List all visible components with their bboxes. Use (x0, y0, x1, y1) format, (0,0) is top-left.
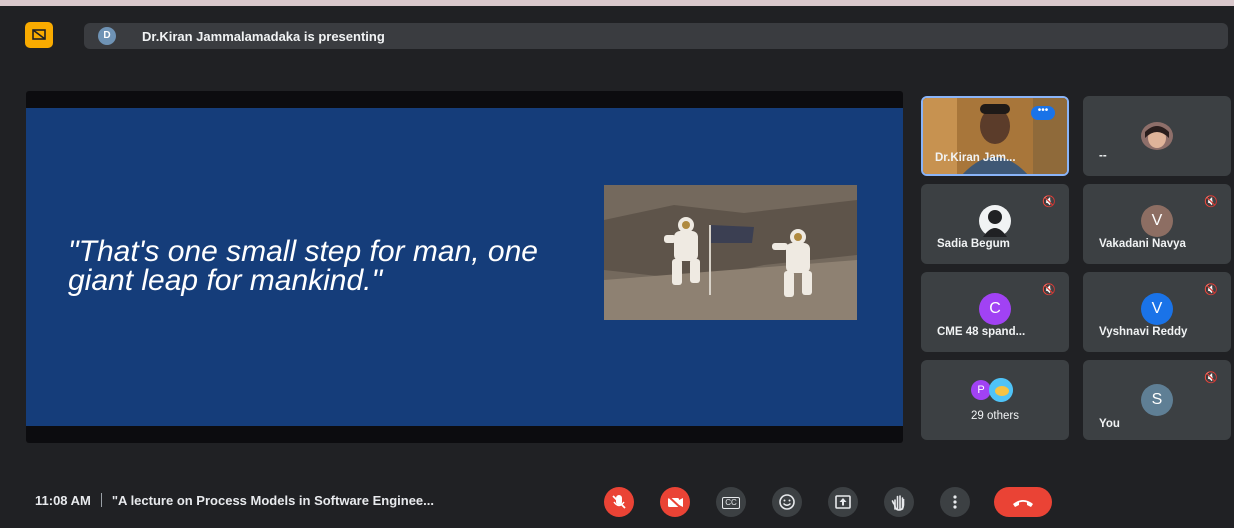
emoji-icon (779, 494, 795, 510)
divider (100, 493, 102, 507)
others-tile[interactable]: P 29 others (921, 360, 1069, 440)
meeting-details: 11:08 AM "A lecture on Process Models in … (35, 493, 434, 508)
microphone-toggle-button[interactable] (604, 487, 634, 517)
presenting-text: Dr.Kiran Jammalamadaka is presenting (142, 29, 385, 44)
slide-quote: "That's one small step for man, one gian… (68, 235, 538, 297)
present-now-button[interactable] (828, 487, 858, 517)
more-vert-icon (953, 495, 957, 509)
moon-landing-photo (604, 185, 857, 320)
photo-thumbnail (989, 378, 1013, 402)
leave-call-button[interactable] (994, 487, 1052, 517)
mic-off-icon: 🔇 (1042, 284, 1056, 296)
participant-tile[interactable]: 🔇 C CME 48 spand... (921, 272, 1069, 352)
shared-screen: "That's one small step for man, one gian… (26, 91, 903, 443)
participant-avatar (979, 205, 1011, 237)
hand-icon (891, 495, 905, 511)
mic-off-icon: 🔇 (1042, 196, 1056, 208)
clock-time: 11:08 AM (35, 493, 91, 508)
participant-avatar: V (1141, 293, 1173, 325)
captions-button[interactable]: CC (716, 487, 746, 517)
participant-tile-self[interactable]: 🔇 S You (1083, 360, 1231, 440)
participant-photo (989, 378, 1013, 402)
participant-name: -- (1099, 150, 1107, 162)
participant-tile-presenter[interactable]: ••• Dr.Kiran Jam... (921, 96, 1069, 176)
raise-hand-button[interactable] (884, 487, 914, 517)
participant-name: Vakadani Navya (1099, 238, 1186, 250)
hang-up-icon (1013, 500, 1033, 507)
present-screen-icon (835, 495, 851, 509)
camera-toggle-button[interactable] (660, 487, 690, 517)
mic-off-icon (612, 495, 626, 509)
participant-name: You (1099, 418, 1120, 430)
silhouette-icon (983, 210, 1007, 237)
mic-off-icon: 🔇 (1204, 372, 1218, 384)
participant-name: Sadia Begum (937, 238, 1010, 250)
more-options-button[interactable] (940, 487, 970, 517)
camera-off-icon (667, 495, 683, 510)
presenter-avatar: D (98, 27, 116, 45)
participant-avatar: S (1141, 384, 1173, 416)
participant-photo (1141, 122, 1173, 150)
meeting-title[interactable]: "A lecture on Process Models in Software… (112, 493, 434, 508)
participant-avatar: V (1141, 205, 1173, 237)
reactions-button[interactable] (772, 487, 802, 517)
participant-name: Dr.Kiran Jam... (935, 152, 1016, 164)
mic-off-icon: 🔇 (1204, 284, 1218, 296)
presenting-banner: D Dr.Kiran Jammalamadaka is presenting (84, 23, 1228, 49)
participant-tile[interactable]: 🔇 Sadia Begum (921, 184, 1069, 264)
participant-tile[interactable]: 🔇 V Vyshnavi Reddy (1083, 272, 1231, 352)
participant-name: CME 48 spand... (937, 326, 1026, 338)
participant-avatar: P (971, 380, 991, 400)
presentation-indicator-button[interactable] (25, 22, 53, 48)
mic-off-icon: 🔇 (1204, 196, 1218, 208)
moon-landing-image (604, 185, 857, 320)
presentation-slide: "That's one small step for man, one gian… (26, 108, 903, 426)
participant-avatar: C (979, 293, 1011, 325)
closed-captions-icon: CC (722, 497, 740, 509)
participant-name: Vyshnavi Reddy (1099, 326, 1188, 338)
participant-tile[interactable]: 🔇 V Vakadani Navya (1083, 184, 1231, 264)
window-top-strip (0, 0, 1234, 6)
present-screen-icon (32, 29, 46, 40)
more-options-icon[interactable]: ••• (1031, 106, 1055, 120)
others-count: 29 others (971, 410, 1019, 422)
participant-tile[interactable]: -- (1083, 96, 1231, 176)
